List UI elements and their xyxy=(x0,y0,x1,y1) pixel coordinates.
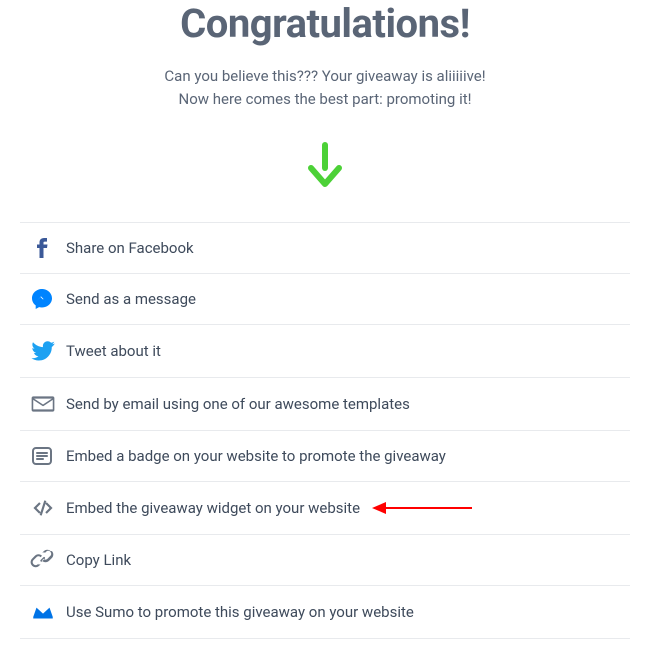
messenger-icon xyxy=(30,287,66,311)
send-message-item[interactable]: Send as a message xyxy=(20,274,630,325)
arrow-down-icon xyxy=(300,140,350,190)
item-label: Tweet about it xyxy=(66,342,161,360)
item-label: Share on Facebook xyxy=(66,239,194,257)
sumo-promote-item[interactable]: Use Sumo to promote this giveaway on you… xyxy=(20,586,630,639)
item-label: Send as a message xyxy=(66,290,196,308)
subtitle-line-1: Can you believe this??? Your giveaway is… xyxy=(20,65,630,88)
badge-icon xyxy=(30,444,66,468)
tweet-item[interactable]: Tweet about it xyxy=(20,325,630,378)
item-label: Copy Link xyxy=(66,551,131,569)
header: Congratulations! Can you believe this???… xyxy=(20,0,630,130)
facebook-icon xyxy=(30,236,66,260)
down-arrow-decoration xyxy=(20,130,630,222)
subtitle: Can you believe this??? Your giveaway is… xyxy=(20,65,630,110)
send-email-item[interactable]: Send by email using one of our awesome t… xyxy=(20,378,630,431)
embed-widget-item[interactable]: Embed the giveaway widget on your websit… xyxy=(20,482,630,535)
email-icon xyxy=(30,391,66,417)
pointer-arrow-icon xyxy=(372,499,472,517)
subtitle-line-2: Now here comes the best part: promoting … xyxy=(20,88,630,111)
embed-badge-item[interactable]: Embed a badge on your website to promote… xyxy=(20,431,630,482)
item-label: Send by email using one of our awesome t… xyxy=(66,395,410,413)
promote-options-list: Share on Facebook Send as a message Twee… xyxy=(20,222,630,639)
item-label: Use Sumo to promote this giveaway on you… xyxy=(66,603,414,621)
item-label: Embed the giveaway widget on your websit… xyxy=(66,499,360,517)
twitter-icon xyxy=(30,338,66,364)
code-icon xyxy=(30,495,66,521)
share-facebook-item[interactable]: Share on Facebook xyxy=(20,223,630,274)
page-title: Congratulations! xyxy=(20,0,630,47)
link-icon xyxy=(30,548,66,572)
copy-link-item[interactable]: Copy Link xyxy=(20,535,630,586)
sumo-crown-icon xyxy=(30,599,66,625)
item-label: Embed a badge on your website to promote… xyxy=(66,447,446,465)
